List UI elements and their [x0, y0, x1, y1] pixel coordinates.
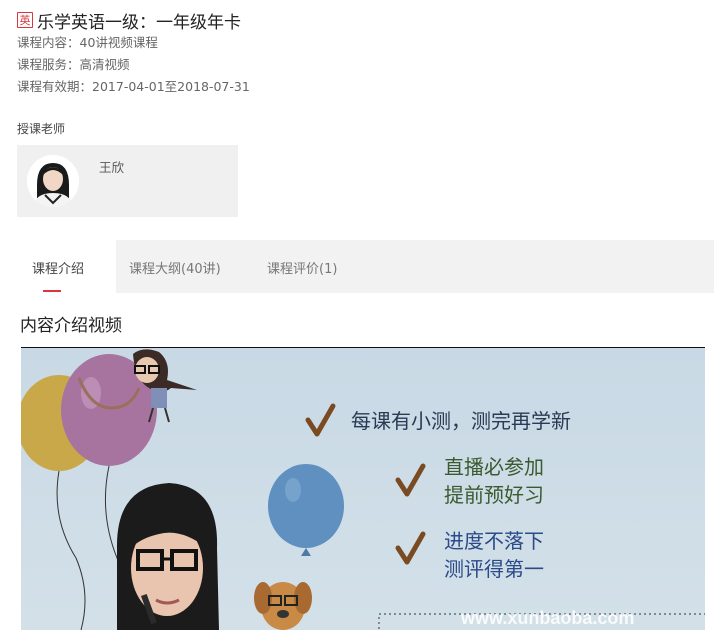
intro-video-player[interactable]: 每课有小测，测完再学新 直播必参加 提前预好习 进度不落下 测评得第一 www.… [21, 347, 705, 630]
course-service-value: 高清视频 [79, 57, 130, 72]
active-tab-indicator [43, 290, 61, 292]
teacher-name[interactable]: 王欣 [99, 157, 124, 176]
tab-course-reviews[interactable]: 课程评价(1) [267, 240, 337, 293]
subject-badge: 英 [17, 12, 33, 28]
tab-course-intro-label: 课程介绍 [31, 262, 84, 277]
course-content-label: 课程内容： [17, 35, 80, 50]
tab-course-intro[interactable]: 课程介绍 [0, 240, 116, 293]
slide-line-3b: 测评得第一 [444, 557, 544, 581]
course-title: 乐学英语一级：一年级年卡 [37, 12, 241, 33]
slide-line-1: 每课有小测，测完再学新 [351, 409, 571, 433]
course-validity-line: 课程有效期：2017-04-01至2018-07-31 [17, 76, 250, 98]
course-tabs: 课程介绍 课程大纲(40讲) 课程评价(1) [0, 240, 714, 293]
watermark-text: www.xunbaoba.com [460, 608, 634, 628]
course-header: 英 乐学英语一级：一年级年卡 课程内容：40讲视频课程 课程服务：高清视频 课程… [17, 8, 250, 98]
teacher-section-label: 授课老师 [17, 122, 66, 136]
course-validity-label: 课程有效期： [17, 79, 93, 94]
tab-course-outline-label: 课程大纲(40讲) [129, 262, 221, 277]
tab-course-outline[interactable]: 课程大纲(40讲) [129, 240, 221, 293]
teacher-card[interactable]: 王欣 [17, 145, 238, 217]
tab-course-reviews-label: 课程评价(1) [267, 262, 338, 277]
slide-line-2a: 直播必参加 [444, 455, 544, 479]
course-content-line: 课程内容：40讲视频课程 [17, 32, 250, 54]
course-service-line: 课程服务：高清视频 [17, 54, 250, 76]
video-slide: 每课有小测，测完再学新 直播必参加 提前预好习 进度不落下 测评得第一 www.… [21, 348, 705, 630]
course-content-value: 40讲视频课程 [79, 35, 158, 50]
slide-line-3a: 进度不落下 [444, 529, 544, 553]
course-validity-value: 2017-04-01至2018-07-31 [92, 79, 250, 94]
teacher-video-figure [116, 483, 219, 630]
course-service-label: 课程服务： [17, 57, 80, 72]
slide-line-2b: 提前预好习 [444, 483, 544, 507]
intro-video-title: 内容介绍视频 [20, 316, 122, 336]
teacher-avatar[interactable] [27, 155, 79, 207]
course-title-row: 英 乐学英语一级：一年级年卡 [17, 8, 250, 33]
